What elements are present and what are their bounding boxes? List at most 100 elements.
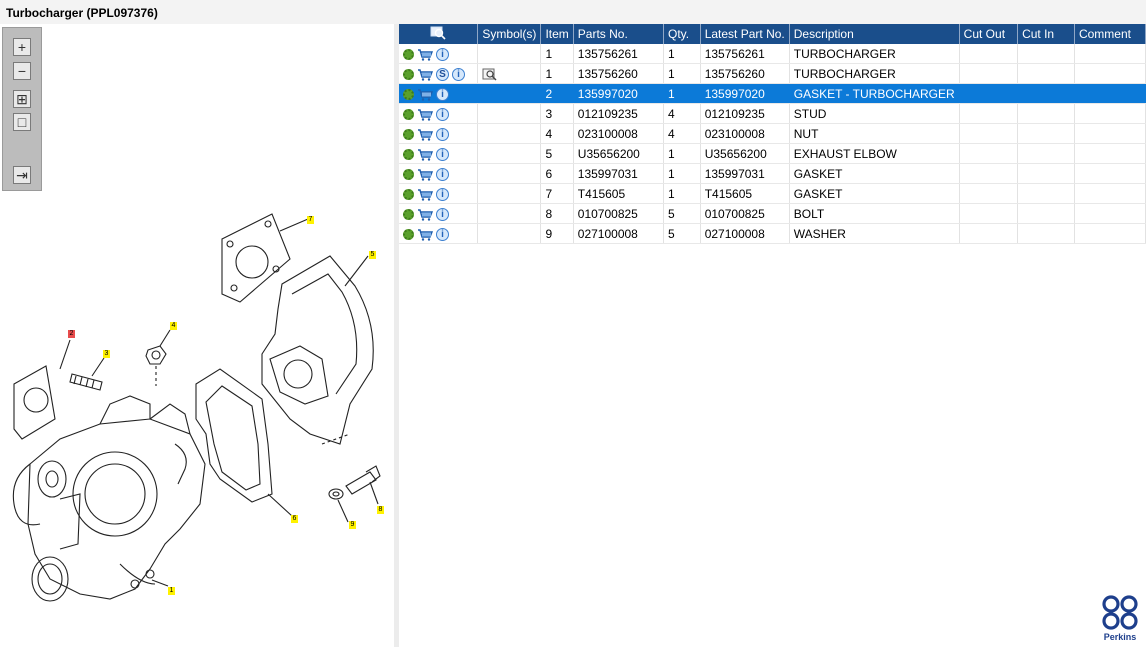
settings-gear-icon[interactable] xyxy=(403,228,414,240)
shopping-cart-icon[interactable] xyxy=(417,208,434,221)
callout-3[interactable]: 3 xyxy=(103,350,110,358)
settings-gear-icon[interactable] xyxy=(403,208,414,220)
callout-2[interactable]: 2 xyxy=(68,330,75,338)
row-actions: i xyxy=(399,183,479,204)
callout-9[interactable]: 9 xyxy=(349,521,356,529)
settings-gear-icon[interactable] xyxy=(403,188,414,200)
cell-cut-out xyxy=(959,183,1019,204)
note-magnifier-icon[interactable] xyxy=(482,68,498,81)
cell-item: 1 xyxy=(540,44,574,64)
service-s-icon[interactable]: S xyxy=(436,67,449,81)
settings-gear-icon[interactable] xyxy=(403,108,414,120)
cell-cut-out xyxy=(959,63,1019,84)
info-icon[interactable]: i xyxy=(436,147,449,161)
row-actions: i xyxy=(399,163,479,184)
settings-gear-icon[interactable] xyxy=(403,48,414,60)
callout-4[interactable]: 4 xyxy=(170,322,177,330)
callout-7[interactable]: 7 xyxy=(307,216,314,224)
shopping-cart-icon[interactable] xyxy=(417,128,434,141)
shopping-cart-icon[interactable] xyxy=(417,168,434,181)
info-icon[interactable]: i xyxy=(436,127,449,141)
cell-latest-part-no: 010700825 xyxy=(700,203,790,224)
table-header-row: Symbol(s) Item Parts No. Qty. Latest Par… xyxy=(399,24,1146,44)
table-row[interactable]: i 2 135997020 1 135997020 GASKET - TURBOCHARG… xyxy=(399,83,1146,104)
shopping-cart-icon[interactable] xyxy=(417,68,434,81)
table-row[interactable]: i 7 T415605 1 T415605 GASKET xyxy=(399,183,1146,204)
header-cut-out[interactable]: Cut Out xyxy=(959,24,1019,44)
info-icon[interactable]: i xyxy=(436,187,449,201)
cell-comment xyxy=(1074,223,1146,244)
callout-6[interactable]: 6 xyxy=(291,515,298,523)
cell-qty: 1 xyxy=(663,183,701,204)
shopping-cart-icon[interactable] xyxy=(417,228,434,241)
header-comment[interactable]: Comment xyxy=(1074,24,1146,44)
cell-cut-out xyxy=(959,203,1019,224)
settings-gear-icon[interactable] xyxy=(403,88,414,100)
table-row[interactable]: i 9 027100008 5 027100008 WASHER xyxy=(399,223,1146,244)
header-cut-in[interactable]: Cut In xyxy=(1017,24,1075,44)
zoom-out-icon[interactable]: − xyxy=(13,62,31,80)
shopping-cart-icon[interactable] xyxy=(417,48,434,61)
cell-description: GASKET - TURBOCHARGER xyxy=(789,83,960,104)
cell-item: 4 xyxy=(540,123,574,144)
table-row[interactable]: i 4 023100008 4 023100008 NUT xyxy=(399,123,1146,144)
column-search-icon[interactable] xyxy=(430,26,446,40)
cell-qty: 1 xyxy=(663,163,701,184)
row-actions: i xyxy=(399,83,479,104)
callout-5[interactable]: 5 xyxy=(369,251,376,259)
settings-gear-icon[interactable] xyxy=(403,68,414,80)
cell-parts-no: U35656200 xyxy=(573,143,665,164)
shopping-cart-icon[interactable] xyxy=(417,148,434,161)
cell-comment xyxy=(1074,183,1146,204)
cell-qty: 5 xyxy=(663,203,701,224)
header-qty[interactable]: Qty. xyxy=(663,24,701,44)
callout-1[interactable]: 1 xyxy=(168,587,175,595)
cell-latest-part-no: 023100008 xyxy=(700,123,790,144)
info-icon[interactable]: i xyxy=(436,87,449,101)
settings-gear-icon[interactable] xyxy=(403,168,414,180)
perkins-logo: Perkins xyxy=(1102,595,1138,642)
export-icon[interactable]: ⇥ xyxy=(13,166,31,184)
diagram-pane[interactable]: + − ⊞ □ ⇥ 7 5 4 2 3 6 8 9 1 xyxy=(0,24,394,647)
settings-gear-icon[interactable] xyxy=(403,128,414,140)
fit-all-icon[interactable]: ⊞ xyxy=(13,90,31,108)
shopping-cart-icon[interactable] xyxy=(417,108,434,121)
header-item[interactable]: Item xyxy=(540,24,574,44)
cell-comment xyxy=(1074,83,1146,104)
cell-symbols xyxy=(477,143,542,164)
cell-qty: 4 xyxy=(663,103,701,124)
cell-symbols xyxy=(477,183,542,204)
row-actions: i xyxy=(399,203,479,224)
info-icon[interactable]: i xyxy=(436,107,449,121)
table-row[interactable]: i 8 010700825 5 010700825 BOLT xyxy=(399,203,1146,224)
cell-cut-out xyxy=(959,123,1019,144)
cell-parts-no: 135756261 xyxy=(573,44,665,64)
fit-page-icon[interactable]: □ xyxy=(13,113,31,131)
info-icon[interactable]: i xyxy=(436,167,449,181)
zoom-in-icon[interactable]: + xyxy=(13,38,31,56)
table-row[interactable]: i 1 135756261 1 135756261 TURBOCHARGER xyxy=(399,44,1146,64)
table-row[interactable]: Si 1 135756260 1 135756260 TURBOCHARGER xyxy=(399,63,1146,84)
cell-latest-part-no: U35656200 xyxy=(700,143,790,164)
parts-table: Symbol(s) Item Parts No. Qty. Latest Par… xyxy=(399,24,1146,244)
cell-description: NUT xyxy=(789,123,960,144)
callout-8[interactable]: 8 xyxy=(377,506,384,514)
info-icon[interactable]: i xyxy=(452,67,465,81)
header-description[interactable]: Description xyxy=(789,24,960,44)
table-row[interactable]: i 6 135997031 1 135997031 GASKET xyxy=(399,163,1146,184)
shopping-cart-icon[interactable] xyxy=(417,88,434,101)
column-search-header[interactable] xyxy=(399,24,479,44)
table-row[interactable]: i 5 U35656200 1 U35656200 EXHAUST ELBOW xyxy=(399,143,1146,164)
shopping-cart-icon[interactable] xyxy=(417,188,434,201)
info-icon[interactable]: i xyxy=(436,47,449,61)
info-icon[interactable]: i xyxy=(436,207,449,221)
settings-gear-icon[interactable] xyxy=(403,148,414,160)
header-symbols[interactable]: Symbol(s) xyxy=(477,24,542,44)
row-actions: i xyxy=(399,103,479,124)
header-latest-part-no[interactable]: Latest Part No. xyxy=(700,24,790,44)
cell-latest-part-no: 135756261 xyxy=(700,44,790,64)
header-parts-no[interactable]: Parts No. xyxy=(573,24,665,44)
info-icon[interactable]: i xyxy=(436,227,449,241)
table-row[interactable]: i 3 012109235 4 012109235 STUD xyxy=(399,103,1146,124)
cell-item: 1 xyxy=(540,63,574,84)
